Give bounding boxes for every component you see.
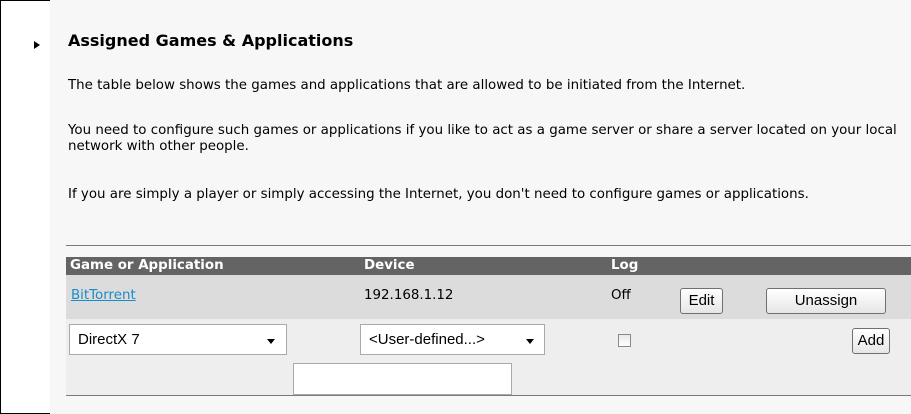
application-select-value: DirectX 7 <box>78 331 140 348</box>
chevron-down-icon <box>526 339 534 344</box>
application-select[interactable]: DirectX 7 <box>69 324 287 355</box>
log-checkbox[interactable] <box>618 334 631 347</box>
header-game-or-application: Game or Application <box>70 258 224 273</box>
header-device: Device <box>364 258 415 273</box>
device-select[interactable]: <User-defined...> <box>360 324 545 355</box>
custom-device-input[interactable] <box>293 363 512 395</box>
application-link[interactable]: BitTorrent <box>71 288 136 303</box>
table-row: BitTorrent 192.168.1.12 Off Edit Unassig… <box>66 275 911 319</box>
table-top-divider <box>66 245 911 246</box>
add-button[interactable]: Add <box>852 328 890 354</box>
table-header: Game or Application Device Log <box>66 257 911 275</box>
device-ip: 192.168.1.12 <box>364 288 454 303</box>
device-select-value: <User-defined...> <box>369 331 485 348</box>
description-paragraph-3: If you are simply a player or simply acc… <box>68 187 809 202</box>
unassign-button[interactable]: Unassign <box>766 288 886 314</box>
edit-button[interactable]: Edit <box>680 288 723 314</box>
section-title: Assigned Games & Applications <box>68 31 354 50</box>
expand-arrow-icon[interactable] <box>34 41 40 49</box>
log-status: Off <box>611 288 631 303</box>
description-paragraph-2: You need to configure such games or appl… <box>68 123 897 154</box>
chevron-down-icon <box>267 339 275 344</box>
description-paragraph-1: The table below shows the games and appl… <box>68 78 746 93</box>
table-bottom-divider <box>66 395 911 396</box>
add-row: DirectX 7 <User-defined...> Add <box>66 319 911 395</box>
header-log: Log <box>611 258 639 273</box>
